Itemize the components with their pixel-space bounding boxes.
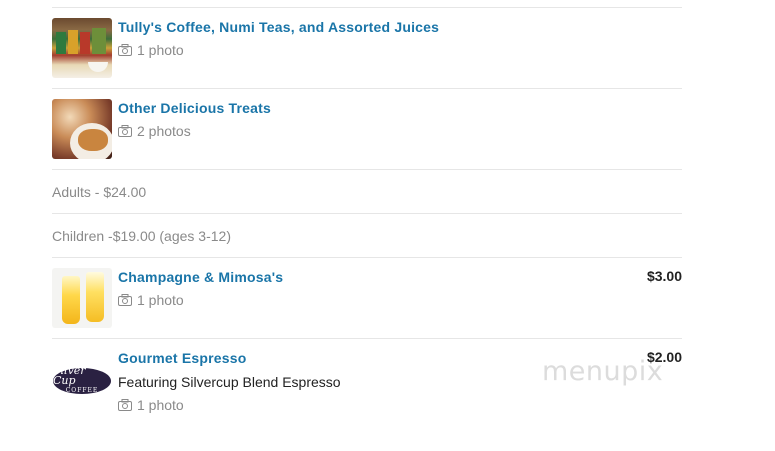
price-line: Children -$19.00 (ages 3-12) [52, 227, 231, 244]
price-adults: Adults - $24.00 [52, 170, 682, 213]
silvercup-logo: Silver Cup COFFEE [53, 365, 111, 394]
photo-count: 1 photo [137, 397, 184, 413]
thumbnail-silvercup-logo[interactable]: Silver Cup COFFEE [52, 351, 112, 411]
photo-count: 2 photos [137, 123, 191, 139]
item-title[interactable]: Champagne & Mimosa's [118, 268, 283, 286]
photo-count-link[interactable]: 1 photo [118, 41, 439, 59]
thumbnail-treats[interactable] [52, 99, 112, 159]
thumbnail-mimosa[interactable] [52, 268, 112, 328]
item-title[interactable]: Other Delicious Treats [118, 99, 271, 117]
price-line: Adults - $24.00 [52, 183, 147, 200]
photo-count-link[interactable]: 2 photos [118, 122, 271, 140]
camera-icon [118, 294, 132, 306]
item-title[interactable]: Gourmet Espresso [118, 349, 341, 367]
camera-icon [118, 44, 132, 56]
photo-count-link[interactable]: 1 photo [118, 291, 283, 309]
menu-item-treats: Other Delicious Treats 2 photos [52, 89, 682, 169]
menupix-watermark: menupix [542, 356, 664, 387]
item-price: $3.00 [646, 268, 682, 284]
menu-item-mimosa: Champagne & Mimosa's 1 photo $3.00 [52, 258, 682, 338]
menu-item-tullys: Tully's Coffee, Numi Teas, and Assorted … [52, 8, 682, 88]
photo-count-link[interactable]: 1 photo [118, 396, 341, 414]
price-children: Children -$19.00 (ages 3-12) [52, 214, 682, 257]
photo-count: 1 photo [137, 292, 184, 308]
camera-icon [118, 125, 132, 137]
thumbnail-tea-display[interactable] [52, 18, 112, 78]
item-description: Featuring Silvercup Blend Espresso [118, 374, 341, 390]
camera-icon [118, 399, 132, 411]
photo-count: 1 photo [137, 42, 184, 58]
item-title[interactable]: Tully's Coffee, Numi Teas, and Assorted … [118, 18, 439, 36]
